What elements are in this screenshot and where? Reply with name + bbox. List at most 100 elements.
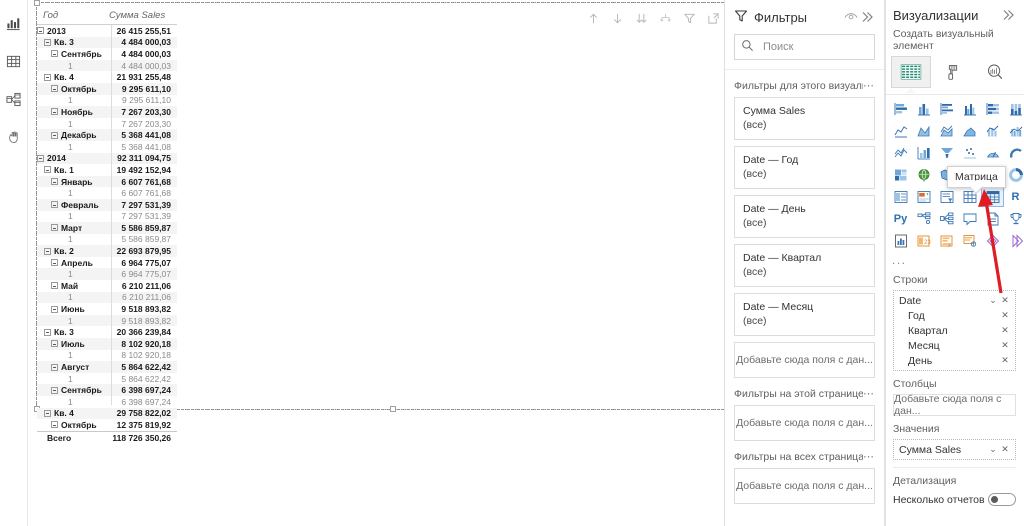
focus-mode-button[interactable]: [706, 11, 721, 26]
kpi-icon[interactable]: [912, 186, 935, 207]
stacked-column-chart-icon[interactable]: [912, 98, 935, 119]
powerapps-icon[interactable]: [1004, 208, 1024, 229]
filter-section-more-button[interactable]: ⋯: [863, 79, 875, 92]
expand-collapse-icon[interactable]: [51, 131, 58, 139]
sidebar-item-data-view[interactable]: [1, 46, 27, 76]
matrix-table[interactable]: Год Сумма Sales 2013 26 415 255,51 Кв. 3 4 …: [37, 3, 177, 443]
matrix-row[interactable]: Кв. 1 19 492 152,94: [37, 164, 177, 176]
matrix-row[interactable]: Кв. 4 29 758 822,02: [37, 407, 177, 420]
matrix-row[interactable]: Октябрь 9 295 611,10: [37, 82, 177, 95]
filter-card[interactable]: Date — Месяц (все): [734, 293, 875, 336]
sidebar-item-report-view[interactable]: [1, 8, 27, 38]
matrix-visual-container[interactable]: Год Сумма Sales 2013 26 415 255,51 Кв. 3 4 …: [34, 0, 724, 443]
field-well-item[interactable]: Месяц ✕: [894, 338, 1015, 353]
more-visuals-button[interactable]: ...: [885, 251, 1024, 267]
filter-section-more-button[interactable]: ⋯: [863, 450, 875, 463]
field-well-item[interactable]: Год ✕: [894, 308, 1015, 323]
matrix-row[interactable]: Июль 8 102 920,18: [37, 338, 177, 350]
decomposition-tree-icon[interactable]: [912, 208, 935, 229]
expand-collapse-icon[interactable]: [37, 27, 44, 35]
smart-narrative-icon[interactable]: [958, 208, 981, 229]
expand-collapse-icon[interactable]: [51, 363, 58, 371]
matrix-row[interactable]: 1 9 295 611,10: [37, 95, 177, 107]
filter-section-more-button[interactable]: ⋯: [863, 387, 875, 400]
filter-button[interactable]: [682, 11, 697, 26]
expand-collapse-icon[interactable]: [37, 154, 44, 162]
sidebar-item-paint-view[interactable]: [1, 122, 27, 152]
drill-down-button[interactable]: [610, 11, 625, 26]
expand-collapse-icon[interactable]: [44, 247, 51, 255]
matrix-row[interactable]: Июнь 9 518 893,82: [37, 303, 177, 315]
drill-mode-button[interactable]: [658, 11, 673, 26]
matrix-row[interactable]: Ноябрь 7 267 203,30: [37, 106, 177, 118]
expand-collapse-icon[interactable]: [51, 201, 58, 209]
matrix-row[interactable]: 1 5 586 859,87: [37, 234, 177, 246]
expand-collapse-icon[interactable]: [44, 73, 51, 81]
matrix-row[interactable]: 1 7 267 203,30: [37, 118, 177, 130]
matrix-row[interactable]: 2014 92 311 094,75: [37, 152, 177, 165]
matrix-row[interactable]: 1 4 484 000,03: [37, 59, 177, 72]
kpi-arc-icon[interactable]: [1004, 142, 1024, 163]
chevron-double-right-icon[interactable]: [859, 9, 875, 25]
multi-row-card-icon[interactable]: [889, 186, 912, 207]
funnel-chart-icon[interactable]: [935, 142, 958, 163]
report-canvas[interactable]: Год Сумма Sales 2013 26 415 255,51 Кв. 3 4 …: [28, 0, 724, 526]
stacked-bar-chart-icon[interactable]: [889, 98, 912, 119]
scatter-chart-icon[interactable]: [912, 142, 935, 163]
close-icon[interactable]: ✕: [999, 340, 1011, 351]
paginated-report-icon[interactable]: [981, 208, 1004, 229]
close-icon[interactable]: ✕: [999, 310, 1011, 321]
drillthrough-toggle[interactable]: [988, 493, 1016, 506]
matrix-row[interactable]: Март 5 586 859,87: [37, 222, 177, 234]
field-well-item[interactable]: Date ⌄ ✕: [894, 293, 1015, 308]
format-visual-tab[interactable]: [933, 56, 973, 88]
drill-up-button[interactable]: [586, 11, 601, 26]
close-icon[interactable]: ✕: [999, 444, 1011, 455]
sidebar-item-model-view[interactable]: [1, 84, 27, 114]
python-visual-icon[interactable]: Py: [889, 208, 912, 229]
arcgis-maps-icon[interactable]: [935, 230, 958, 251]
r-script-visual-icon[interactable]: R: [1004, 186, 1024, 207]
matrix-row[interactable]: 1 7 297 531,39: [37, 211, 177, 223]
key-influencers-icon[interactable]: [935, 208, 958, 229]
close-icon[interactable]: ✕: [999, 295, 1011, 306]
matrix-row[interactable]: Сентябрь 4 484 000,03: [37, 48, 177, 60]
expand-collapse-icon[interactable]: [51, 50, 58, 58]
filter-card[interactable]: Date — Год (все): [734, 146, 875, 189]
filter-card[interactable]: Сумма Sales (все): [734, 97, 875, 140]
expand-collapse-icon[interactable]: [51, 386, 58, 394]
line-stacked-column-icon[interactable]: [958, 120, 981, 141]
text-filter-icon[interactable]: [958, 230, 981, 251]
clustered-column-chart-icon[interactable]: [958, 98, 981, 119]
matrix-row[interactable]: 1 5 368 441,08: [37, 141, 177, 153]
matrix-row[interactable]: Февраль 7 297 531,39: [37, 198, 177, 211]
power-automate-icon[interactable]: [889, 230, 912, 251]
matrix-row[interactable]: Кв. 2 22 693 879,95: [37, 245, 177, 257]
expand-collapse-icon[interactable]: [51, 282, 58, 290]
resize-handle-bottom-center[interactable]: [390, 406, 396, 412]
stacked-area-chart-icon[interactable]: [935, 120, 958, 141]
matrix-row[interactable]: Кв. 3 4 484 000,03: [37, 36, 177, 49]
treemap-icon[interactable]: [889, 164, 912, 185]
expand-collapse-icon[interactable]: [44, 166, 51, 174]
clustered-bar-chart-icon[interactable]: [935, 98, 958, 119]
matrix-row[interactable]: Кв. 4 21 931 255,48: [37, 71, 177, 83]
filter-card[interactable]: Date — Квартал (все): [734, 244, 875, 287]
field-well-item[interactable]: День ✕: [894, 353, 1015, 368]
matrix-icon[interactable]: [981, 186, 1004, 207]
matrix-row[interactable]: 1 5 864 622,42: [37, 373, 177, 385]
expand-collapse-icon[interactable]: [51, 421, 58, 429]
chevron-down-icon[interactable]: ⌄: [987, 444, 999, 455]
gauge-chart-icon[interactable]: [981, 142, 1004, 163]
build-visual-tab[interactable]: [891, 56, 931, 93]
area-chart-icon[interactable]: [912, 120, 935, 141]
field-well-dropzone[interactable]: Добавьте сюда поля с дан...: [893, 393, 1016, 417]
field-well[interactable]: Сумма Sales ⌄ ✕: [893, 439, 1016, 460]
matrix-row[interactable]: Апрель 6 964 775,07: [37, 257, 177, 269]
matrix-row[interactable]: 1 6 210 211,06: [37, 291, 177, 304]
expand-collapse-icon[interactable]: [51, 259, 58, 267]
filter-card[interactable]: Date — День (все): [734, 195, 875, 238]
line-clustered-column-icon[interactable]: [981, 120, 1004, 141]
expand-collapse-icon[interactable]: [51, 305, 58, 313]
matrix-row[interactable]: 1 6 398 697,24: [37, 396, 177, 408]
